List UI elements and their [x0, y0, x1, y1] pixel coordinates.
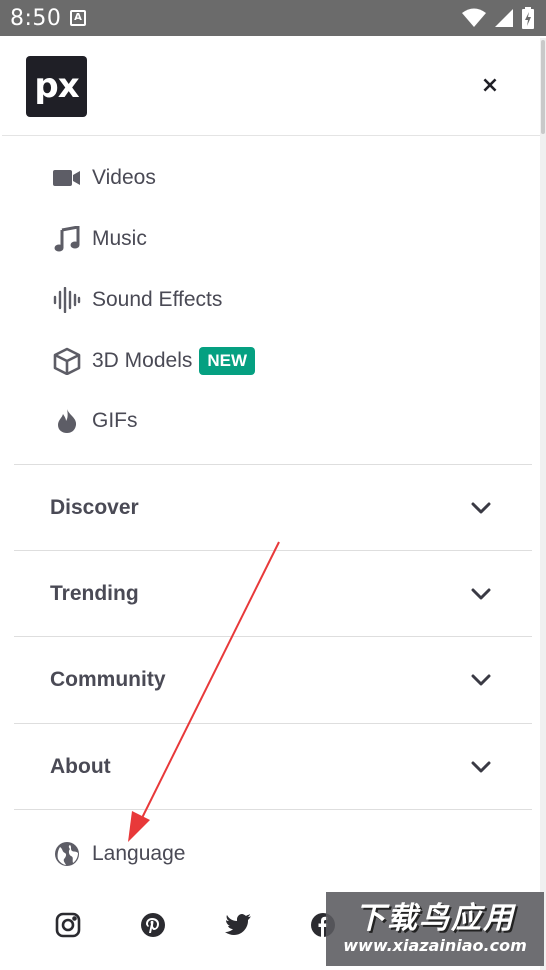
accordion-about[interactable]: About	[14, 724, 532, 810]
status-bar: 8:50 A	[0, 0, 546, 36]
menu-item-label: GIFs	[92, 409, 138, 432]
section-divider	[14, 809, 532, 810]
menu-item-3d-models[interactable]: 3D Models NEW	[52, 341, 256, 381]
accordion-label: Trending	[50, 582, 139, 605]
close-button[interactable]: ×	[476, 72, 504, 100]
signal-icon	[495, 9, 513, 27]
status-time: 8:50	[10, 6, 62, 31]
status-icons	[462, 7, 534, 29]
chevron-down-icon[interactable]	[470, 669, 492, 691]
menu-item-label: Sound Effects	[92, 288, 223, 311]
chevron-down-icon[interactable]	[470, 497, 492, 519]
accordion-trending[interactable]: Trending	[14, 551, 532, 637]
video-camera-icon	[52, 163, 82, 193]
language-label: Language	[92, 842, 186, 865]
music-note-icon	[52, 224, 82, 254]
battery-icon	[522, 7, 534, 29]
new-badge: NEW	[199, 347, 256, 375]
scrollbar-thumb[interactable]	[541, 40, 545, 134]
instagram-icon[interactable]	[51, 908, 85, 942]
scrollbar-track[interactable]	[540, 38, 546, 970]
pexels-logo[interactable]: px	[26, 56, 87, 117]
menu-item-label: Videos	[92, 166, 156, 189]
sound-wave-icon	[52, 285, 82, 315]
twitter-icon[interactable]	[221, 908, 255, 942]
menu-item-label: Music	[92, 227, 147, 250]
accordion-discover[interactable]: Discover	[14, 465, 532, 551]
accordion-label: About	[50, 755, 111, 778]
pinterest-icon[interactable]	[136, 908, 170, 942]
watermark-logo: 下载鸟应用 www.xiazainiao.com	[326, 892, 544, 966]
notification-a-icon: A	[70, 10, 86, 26]
accordion-community[interactable]: Community	[14, 637, 532, 723]
menu-item-sound-effects[interactable]: Sound Effects	[52, 280, 222, 320]
cube-icon	[52, 346, 82, 376]
globe-icon	[52, 839, 82, 869]
accordion-label: Discover	[50, 496, 139, 519]
chevron-down-icon[interactable]	[470, 583, 492, 605]
flame-icon	[52, 406, 82, 436]
menu-item-music[interactable]: Music	[52, 219, 147, 259]
header-divider	[2, 135, 540, 136]
language-selector[interactable]: Language	[52, 834, 185, 874]
chevron-down-icon[interactable]	[470, 756, 492, 778]
menu-item-label: 3D Models	[92, 349, 193, 372]
menu-item-gifs[interactable]: GIFs	[52, 401, 138, 441]
wifi-icon	[462, 8, 486, 27]
watermark-url: www.xiazainiao.com	[343, 936, 527, 955]
accordion-label: Community	[50, 668, 166, 691]
menu-item-videos[interactable]: Videos	[52, 158, 156, 198]
watermark-title: 下载鸟应用	[355, 901, 515, 936]
